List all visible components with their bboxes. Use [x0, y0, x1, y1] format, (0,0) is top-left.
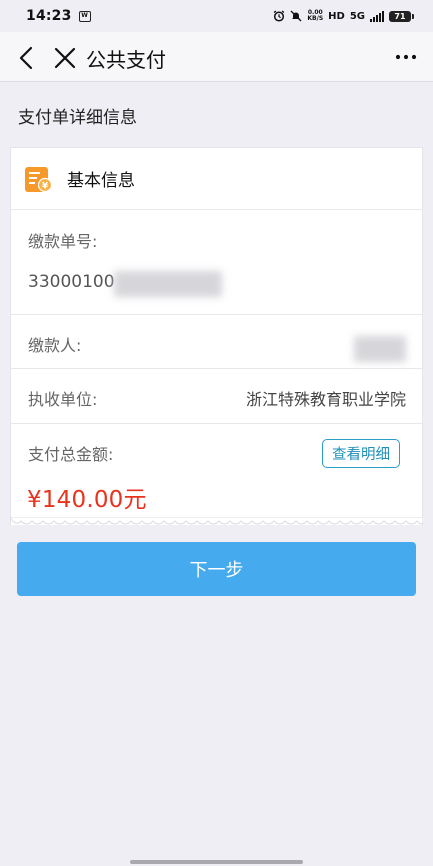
- total-amount-label: 支付总金额:: [28, 445, 114, 464]
- next-step-button[interactable]: 下一步: [17, 542, 416, 596]
- card-header: ¥ 基本信息: [11, 148, 422, 210]
- collector-label: 执收单位:: [28, 390, 98, 409]
- nav-bar: 公共支付: [0, 32, 433, 82]
- app-notification-icon: W: [78, 10, 91, 22]
- redacted-payment-no: [114, 271, 222, 297]
- battery-icon: 71: [389, 10, 414, 22]
- signal-icon: [370, 10, 384, 22]
- chevron-left-icon[interactable]: [14, 45, 40, 71]
- network-speed: 0.00 KB/S: [307, 10, 323, 22]
- section-heading: 支付单详细信息: [18, 108, 137, 128]
- home-indicator[interactable]: [130, 860, 303, 864]
- redacted-payer: [354, 336, 406, 362]
- collector-value: 浙江特殊教育职业学院: [245, 390, 406, 409]
- alarm-icon: [274, 10, 285, 22]
- basic-info-card: ¥ 基本信息 缴款单号: 33000100 缴款人: 执收单位: 浙江特殊教育职…: [10, 147, 423, 525]
- payer-label: 缴款人:: [28, 336, 82, 355]
- more-horizontal-icon[interactable]: [393, 44, 419, 70]
- status-right: 0.00 KB/S HD 5G 71: [273, 10, 414, 22]
- status-bar: 14:23 W 0.00 KB/S HD 5G 71: [0, 0, 433, 32]
- divider: [11, 368, 422, 369]
- divider: [11, 423, 422, 424]
- divider: [11, 314, 422, 315]
- payment-no-value: 33000100: [28, 272, 115, 292]
- status-time: 14:23: [26, 8, 72, 24]
- view-details-button[interactable]: 查看明细: [322, 439, 400, 468]
- network-speed-unit: KB/S: [307, 15, 324, 22]
- status-left: 14:23 W: [26, 8, 91, 24]
- payment-no-label: 缴款单号:: [28, 232, 98, 251]
- page-title: 公共支付: [86, 48, 166, 72]
- close-icon[interactable]: [52, 45, 78, 71]
- receipt-edge: [10, 517, 423, 525]
- total-amount-value: ¥140.00元: [27, 487, 147, 513]
- card-header-title: 基本信息: [67, 171, 135, 191]
- hd-indicator: HD: [328, 10, 345, 22]
- svg-text:¥: ¥: [42, 181, 49, 191]
- mute-icon: [290, 10, 302, 22]
- bill-icon: ¥: [25, 166, 53, 192]
- network-type: 5G: [349, 10, 365, 22]
